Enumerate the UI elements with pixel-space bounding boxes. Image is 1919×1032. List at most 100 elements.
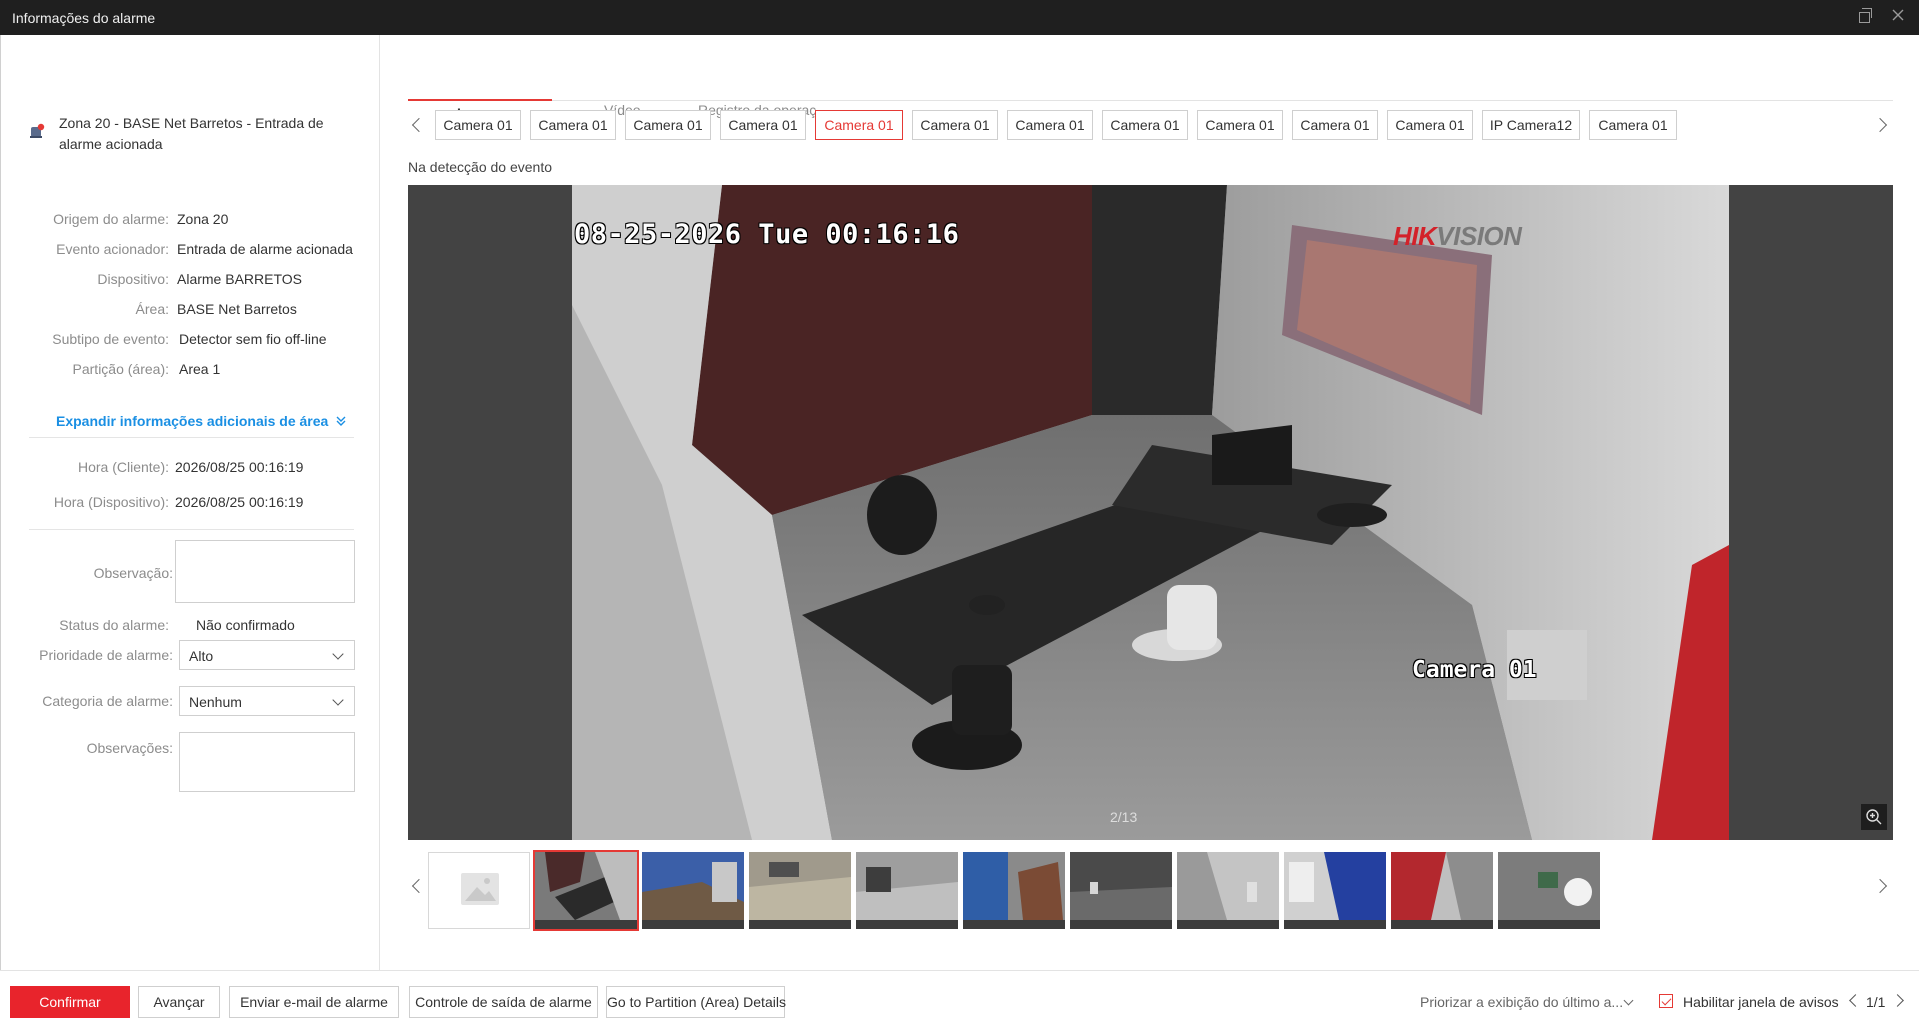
thumbnail-image xyxy=(1498,852,1600,920)
enable-popup-checkbox[interactable] xyxy=(1659,994,1673,1008)
thumbnail[interactable] xyxy=(1498,852,1600,929)
thumbnail-next-button[interactable] xyxy=(1873,876,1893,896)
page-indicator: 1/1 xyxy=(1866,994,1886,1010)
camera-button[interactable]: Camera 01 xyxy=(530,110,616,140)
brand-gray-part: VISION xyxy=(1436,221,1522,251)
time-label: Hora (Cliente): xyxy=(77,459,169,475)
thumbnail-image xyxy=(1284,852,1386,920)
category-label: Categoria de alarme: xyxy=(42,693,173,709)
window-title: Informações do alarme xyxy=(12,10,156,26)
remarks-input[interactable] xyxy=(179,732,355,792)
camera-button[interactable]: Camera 01 xyxy=(1102,110,1188,140)
chevron-down-icon xyxy=(332,648,344,660)
priority-label: Prioridade de alarme: xyxy=(39,647,173,663)
page-prev-button[interactable] xyxy=(1846,992,1862,1010)
detail-value: Area 1 xyxy=(179,361,221,377)
priority-select[interactable]: Alto xyxy=(179,640,355,670)
detail-value: BASE Net Barretos xyxy=(177,301,297,317)
osd-camera-name: Camera 01 xyxy=(1412,657,1537,683)
thumbnail[interactable] xyxy=(642,852,744,929)
detail-row-trigger-event: Evento acionador: Entrada de alarme acio… xyxy=(1,241,381,261)
brand-watermark: HIKVISION xyxy=(1393,221,1522,252)
partition-details-button[interactable]: Go to Partition (Area) Details xyxy=(606,986,786,1018)
detail-row-device: Dispositivo: Alarme BARRETOS xyxy=(1,271,381,291)
thumbnail[interactable] xyxy=(963,852,1065,929)
thumbnail-bar xyxy=(963,920,1065,929)
restore-window-button[interactable] xyxy=(1855,8,1873,26)
camera-button[interactable]: Camera 01 xyxy=(1387,110,1473,140)
camera-button[interactable]: Camera 01 xyxy=(1292,110,1378,140)
thumbnail[interactable] xyxy=(1284,852,1386,929)
advance-button[interactable]: Avançar xyxy=(138,986,220,1018)
thumbnail[interactable] xyxy=(1391,852,1493,929)
camera-strip-next-button[interactable] xyxy=(1873,115,1893,135)
snapshot-viewer[interactable]: 08-25-2026 Tue 00:16:16 HIKVISION Camera… xyxy=(408,185,1893,840)
category-select[interactable]: Nenhum xyxy=(179,686,355,716)
alarm-output-control-button[interactable]: Controle de saída de alarme xyxy=(409,986,598,1018)
close-window-button[interactable] xyxy=(1889,8,1907,26)
divider xyxy=(29,529,354,530)
zoom-button[interactable] xyxy=(1861,804,1887,830)
title-bar: Informações do alarme xyxy=(0,0,1919,35)
footer-toolbar: Confirmar Avançar Enviar e-mail de alarm… xyxy=(0,970,1919,1032)
detail-value: Entrada de alarme acionada xyxy=(177,241,353,257)
confirm-button[interactable]: Confirmar xyxy=(10,986,130,1018)
thumbnail-bar xyxy=(749,920,851,929)
detail-label: Área: xyxy=(135,301,169,317)
detail-value: Alarme BARRETOS xyxy=(177,271,302,287)
observation-input[interactable] xyxy=(175,540,355,603)
camera-button-selected[interactable]: Camera 01 xyxy=(815,110,903,140)
alarm-title: Zona 20 - BASE Net Barretos - Entrada de… xyxy=(59,115,324,152)
osd-timestamp: 08-25-2026 Tue 00:16:16 xyxy=(574,219,960,250)
expand-area-info-link[interactable]: Expandir informações adicionais de área xyxy=(56,413,347,429)
thumbnail-image xyxy=(1177,852,1279,920)
camera-button[interactable]: Camera 01 xyxy=(1197,110,1283,140)
media-tabs: Imagem Vídeo Registro da operaç... xyxy=(408,67,1893,121)
camera-button[interactable]: Camera 01 xyxy=(625,110,711,140)
time-value: 2026/08/25 00:16:19 xyxy=(175,494,304,510)
detail-value: Zona 20 xyxy=(177,211,229,227)
camera-button[interactable]: Camera 01 xyxy=(1589,110,1677,140)
thumbnail-bar xyxy=(642,920,744,929)
detail-label: Evento acionador: xyxy=(56,241,169,257)
thumbnail[interactable] xyxy=(749,852,851,929)
alarm-siren-icon xyxy=(30,123,45,138)
time-label: Hora (Dispositivo): xyxy=(53,494,169,510)
camera-button[interactable]: Camera 01 xyxy=(435,110,521,140)
thumbnail-selected[interactable] xyxy=(533,850,639,931)
camera-button[interactable]: Camera 01 xyxy=(912,110,998,140)
thumbnail-image xyxy=(749,852,851,920)
thumbnail-image xyxy=(1070,852,1172,920)
detail-row-event-subtype: Subtipo de evento: Detector sem fio off-… xyxy=(1,331,381,351)
enable-popup-label: Habilitar janela de avisos xyxy=(1683,994,1839,1010)
zoom-in-icon xyxy=(1866,809,1882,825)
media-panel: Imagem Vídeo Registro da operaç... Camer… xyxy=(381,35,1919,970)
thumbnail-image xyxy=(1391,852,1493,920)
detail-label: Subtipo de evento: xyxy=(52,331,169,347)
detail-label: Origem do alarme: xyxy=(53,211,169,227)
thumbnail[interactable] xyxy=(1070,852,1172,929)
thumbnail[interactable] xyxy=(1177,852,1279,929)
priority-selected-value: Alto xyxy=(189,648,214,664)
remarks-label: Observações: xyxy=(86,740,173,756)
camera-button[interactable]: Camera 01 xyxy=(1007,110,1093,140)
thumbnail-placeholder[interactable] xyxy=(428,852,530,929)
chevron-down-icon xyxy=(1623,995,1634,1006)
camera-button[interactable]: IP Camera12 xyxy=(1482,110,1580,140)
detail-label: Dispositivo: xyxy=(97,271,169,287)
status-label: Status do alarme: xyxy=(59,617,169,633)
send-email-button[interactable]: Enviar e-mail de alarme xyxy=(229,986,399,1018)
camera-button[interactable]: Camera 01 xyxy=(720,110,806,140)
page-next-button[interactable] xyxy=(1892,992,1908,1010)
thumbnail-prev-button[interactable] xyxy=(408,876,428,896)
prioritize-display-dropdown[interactable]: Priorizar a exibição do último a... xyxy=(1420,994,1623,1010)
image-placeholder-icon xyxy=(461,873,499,905)
detail-row-partition: Partição (área): Area 1 xyxy=(1,361,381,381)
observation-label: Observação: xyxy=(93,565,173,581)
expand-area-info-label: Expandir informações adicionais de área xyxy=(56,413,329,429)
thumbnail-bar xyxy=(1284,920,1386,929)
thumbnail[interactable] xyxy=(856,852,958,929)
divider xyxy=(29,437,354,438)
alarm-info-panel: Zona 20 - BASE Net Barretos - Entrada de… xyxy=(0,35,380,970)
camera-strip-prev-button[interactable] xyxy=(408,115,428,135)
